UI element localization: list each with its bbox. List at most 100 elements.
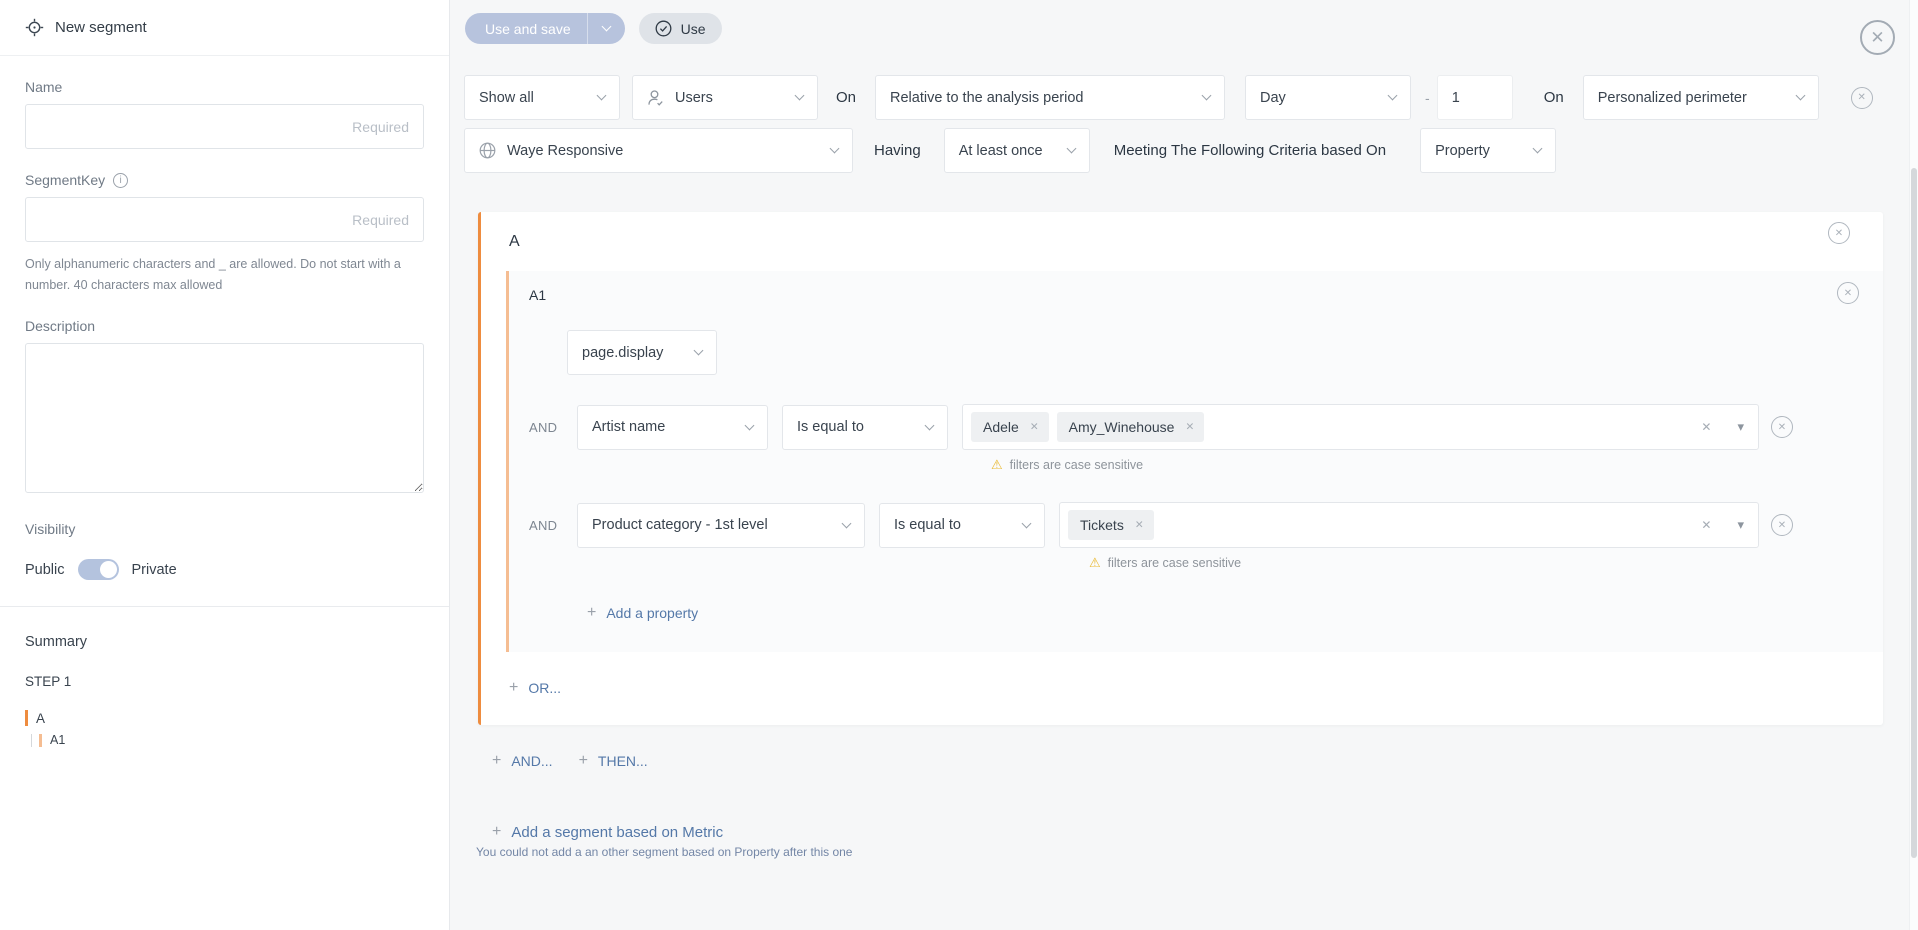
segmentkey-input[interactable] <box>25 197 424 242</box>
site-select[interactable]: Waye Responsive <box>464 128 853 173</box>
chevron-down-icon <box>601 22 611 32</box>
chevron-down-icon <box>795 91 805 101</box>
value-chip[interactable]: Tickets ✕ <box>1068 510 1154 540</box>
summary-item-a[interactable]: A <box>25 710 424 726</box>
value-chip[interactable]: Amy_Winehouse ✕ <box>1057 412 1205 442</box>
close-icon[interactable]: ✕ <box>1860 20 1895 55</box>
add-property-button[interactable]: + Add a property <box>587 604 1793 622</box>
case-sensitive-warning: ⚠ filters are case sensitive <box>1089 555 1793 571</box>
visibility-private-label: Private <box>132 562 177 578</box>
tree-tick <box>31 734 32 747</box>
segment-builder-app: New segment Name SegmentKey i Only alpha… <box>0 0 1918 930</box>
group-a-label: A <box>481 212 1883 251</box>
comparator-select[interactable]: Is equal to <box>879 503 1045 548</box>
condition-row: AND Artist name Is equal to Adele ✕ Amy_ <box>529 404 1793 450</box>
remove-perimeter-icon[interactable]: ✕ <box>1851 87 1873 109</box>
chevron-down-icon <box>694 346 704 356</box>
visibility-row: Public Private <box>25 559 424 580</box>
sidebar-divider <box>0 606 449 607</box>
visibility-toggle[interactable] <box>78 559 119 580</box>
remove-group-a-icon[interactable]: ✕ <box>1828 222 1850 244</box>
period-value-input[interactable] <box>1437 75 1513 120</box>
subgroup-a1-label: A1 <box>529 287 1793 303</box>
plus-icon: + <box>492 823 501 841</box>
comparator-select[interactable]: Is equal to <box>782 405 948 450</box>
chip-close-icon[interactable]: ✕ <box>1185 421 1194 433</box>
filter-row-2: Waye Responsive Having At least once Mee… <box>464 128 1918 173</box>
add-then-button[interactable]: + THEN... <box>579 752 648 770</box>
use-button[interactable]: Use <box>639 13 722 44</box>
chevron-down-icon <box>842 518 852 528</box>
add-metric-segment-button[interactable]: + Add a segment based on Metric <box>492 823 1918 841</box>
globe-icon <box>479 142 496 159</box>
toolbar: Use and save Use <box>451 0 1918 58</box>
scrollbar-thumb[interactable] <box>1911 168 1917 858</box>
name-input[interactable] <box>25 104 424 149</box>
summary-item-a1[interactable]: A1 <box>31 733 424 747</box>
info-icon[interactable]: i <box>113 173 128 188</box>
visibility-public-label: Public <box>25 562 65 578</box>
chevron-down-icon <box>597 91 607 101</box>
criteria-type-select[interactable]: Property <box>1420 128 1556 173</box>
remove-condition-icon[interactable]: ✕ <box>1771 514 1793 536</box>
orange-bar-light <box>39 734 42 747</box>
having-label: Having <box>874 142 921 159</box>
population-select[interactable]: Users <box>632 75 818 120</box>
values-multiselect[interactable]: Adele ✕ Amy_Winehouse ✕ ✕ ▾ <box>962 404 1759 450</box>
period-select[interactable]: Relative to the analysis period <box>875 75 1225 120</box>
event-row: page.display <box>529 330 1793 375</box>
sidebar-body: Name SegmentKey i Only alphanumeric char… <box>0 79 449 747</box>
frequency-select[interactable]: At least once <box>944 128 1090 173</box>
perimeter-select[interactable]: Personalized perimeter <box>1583 75 1819 120</box>
remove-condition-icon[interactable]: ✕ <box>1771 416 1793 438</box>
scrollbar-track[interactable] <box>1909 0 1918 930</box>
page-title: New segment <box>55 19 147 36</box>
remove-subgroup-a1-icon[interactable]: ✕ <box>1837 282 1859 304</box>
and-operator-label: AND <box>529 518 565 533</box>
summary-step-label: STEP 1 <box>25 674 424 689</box>
orange-bar <box>25 710 28 726</box>
main-panel: Use and save Use ✕ Show all <box>451 0 1918 930</box>
chip-close-icon[interactable]: ✕ <box>1135 519 1144 531</box>
chevron-down-icon <box>1022 518 1032 528</box>
add-or-button[interactable]: + OR... <box>509 679 1883 697</box>
name-label: Name <box>25 79 424 95</box>
open-values-dropdown-icon[interactable]: ▾ <box>1737 419 1744 435</box>
open-values-dropdown-icon[interactable]: ▾ <box>1737 517 1744 533</box>
sidebar: New segment Name SegmentKey i Only alpha… <box>0 0 450 930</box>
visibility-label: Visibility <box>25 521 424 537</box>
chevron-down-icon <box>1066 144 1076 154</box>
chevron-down-icon <box>925 420 935 430</box>
scope-select[interactable]: Show all <box>464 75 620 120</box>
filter-row-1: Show all Users On Relative to the analys… <box>464 75 1918 120</box>
criteria-label: Meeting The Following Criteria based On <box>1114 142 1386 159</box>
segment-subgroup-a1: A1 ✕ page.display AND Artist name Is equ… <box>506 271 1883 652</box>
segment-filters: Show all Users On Relative to the analys… <box>451 58 1918 173</box>
property-select[interactable]: Artist name <box>577 405 768 450</box>
event-select[interactable]: page.display <box>567 330 717 375</box>
values-multiselect[interactable]: Tickets ✕ ✕ ▾ <box>1059 502 1759 548</box>
clear-values-icon[interactable]: ✕ <box>1701 420 1711 434</box>
use-and-save-dropdown[interactable] <box>588 13 625 44</box>
toggle-knob <box>100 561 117 578</box>
chevron-down-icon <box>1202 91 1212 101</box>
plus-icon: + <box>579 752 588 770</box>
sidebar-header: New segment <box>0 0 449 56</box>
use-and-save-button[interactable]: Use and save <box>465 13 625 44</box>
segmentkey-label: SegmentKey i <box>25 172 424 188</box>
clear-values-icon[interactable]: ✕ <box>1701 518 1711 532</box>
granularity-select[interactable]: Day <box>1245 75 1411 120</box>
chevron-down-icon <box>1388 91 1398 101</box>
warning-icon: ⚠ <box>1089 555 1101 571</box>
plus-icon: + <box>492 752 501 770</box>
property-select[interactable]: Product category - 1st level <box>577 503 865 548</box>
check-circle-icon <box>655 20 672 37</box>
chevron-down-icon <box>1795 91 1805 101</box>
chevron-down-icon <box>745 420 755 430</box>
on-label: On <box>836 89 856 106</box>
add-and-button[interactable]: + AND... <box>492 752 553 770</box>
minus-label: - <box>1425 90 1430 106</box>
description-textarea[interactable] <box>25 343 424 493</box>
value-chip[interactable]: Adele ✕ <box>971 412 1049 442</box>
chip-close-icon[interactable]: ✕ <box>1030 421 1039 433</box>
